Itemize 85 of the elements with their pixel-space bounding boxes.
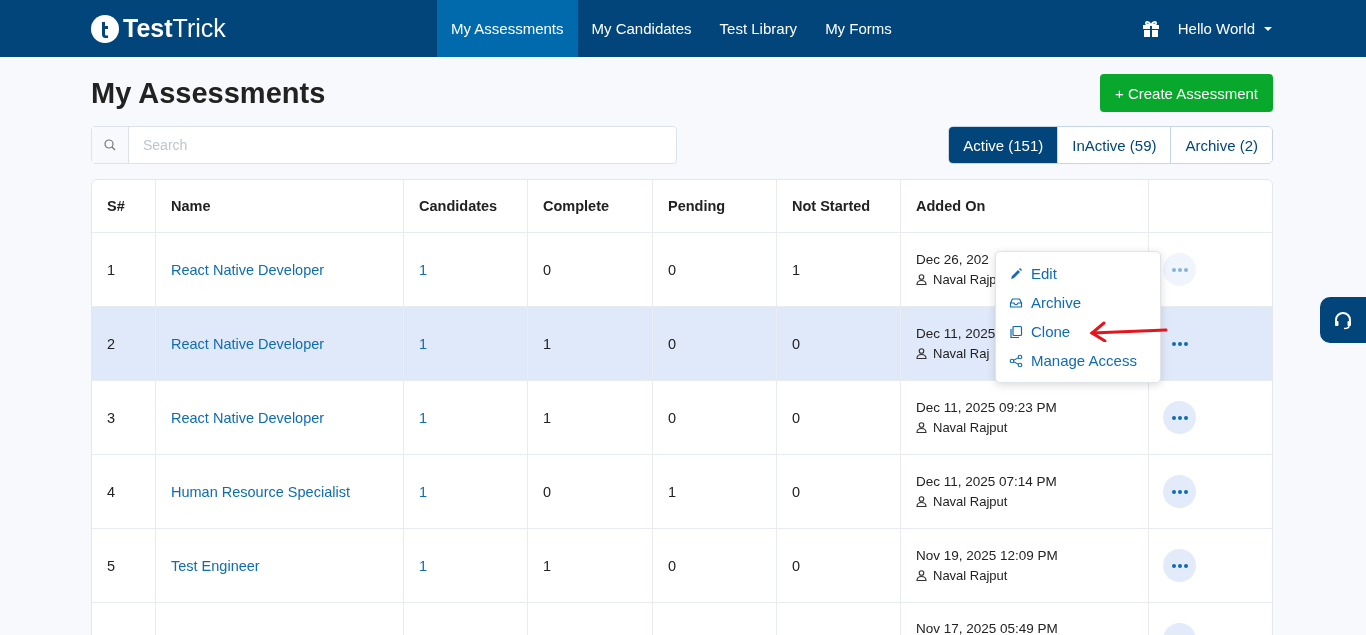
caret-icon: [1263, 25, 1273, 32]
filter-tab[interactable]: InActive (59): [1057, 127, 1171, 163]
table-cell-text: 0: [792, 335, 801, 352]
pencil-icon: [1009, 266, 1023, 281]
row-number: 4: [107, 483, 116, 500]
more-options-button[interactable]: [1163, 475, 1196, 508]
table-cell-text[interactable]: 1: [419, 261, 428, 278]
user-menu-button[interactable]: Hello World: [1177, 20, 1273, 37]
row-number: 5: [107, 557, 116, 574]
logo-icon: [91, 14, 119, 43]
assessment-link[interactable]: React Native Developer: [171, 335, 325, 352]
table-cell-text[interactable]: 1: [419, 557, 428, 574]
added-by: Naval Raj: [933, 346, 990, 361]
table-cell-text: 0: [668, 557, 677, 574]
headset-icon: [1333, 310, 1353, 330]
user-icon: [916, 570, 927, 581]
table-cell-text: 0: [668, 261, 677, 278]
search-icon: [104, 139, 116, 151]
table-cell-text[interactable]: 1: [419, 335, 428, 352]
tray-icon: [1009, 295, 1023, 310]
table-cell-text: 1: [543, 409, 552, 426]
more-icon: [1171, 267, 1188, 272]
create-assessment-button[interactable]: + Create Assessment: [1100, 74, 1273, 112]
share-icon: [1009, 353, 1023, 368]
filter-tab[interactable]: Archive (2): [1170, 127, 1272, 163]
table-cell-text: 1: [792, 261, 801, 278]
added-date: Dec 11, 2025: [916, 326, 996, 341]
table-cell-text[interactable]: 1: [419, 483, 428, 500]
table-cell-text: 0: [792, 483, 801, 500]
more-icon: [1171, 489, 1188, 494]
more-options-button[interactable]: [1163, 401, 1196, 434]
more-icon: [1171, 563, 1188, 568]
gift-icon[interactable]: [1141, 19, 1160, 38]
table-cell-text: 0: [543, 483, 552, 500]
added-date: Dec 11, 2025 07:14 PM: [916, 474, 1057, 489]
row-number: 1: [107, 261, 116, 278]
added-by: Naval Rajput: [933, 494, 1008, 509]
added-date: Dec 11, 2025 09:23 PM: [916, 400, 1057, 415]
nav-link[interactable]: My Candidates: [577, 0, 706, 57]
user-icon: [916, 496, 927, 507]
more-options-button[interactable]: [1163, 549, 1196, 582]
table-cell-text: 0: [668, 335, 677, 352]
table-cell-text[interactable]: 1: [419, 409, 428, 426]
column-header: Complete: [527, 180, 652, 232]
support-button[interactable]: [1320, 297, 1366, 343]
menu-item[interactable]: Edit: [996, 259, 1070, 288]
more-icon: [1171, 415, 1188, 420]
table-cell-text: 0: [792, 409, 801, 426]
nav-link[interactable]: Test Library: [705, 0, 812, 57]
copy-icon: [1009, 324, 1023, 339]
added-by: Naval Rajput: [933, 568, 1008, 583]
column-header: Added On: [900, 180, 1148, 232]
nav-link[interactable]: My Assessments: [437, 0, 578, 57]
column-header: Name: [155, 180, 403, 232]
user-icon: [916, 348, 927, 359]
added-date: Dec 26, 202: [916, 252, 989, 267]
row-number: 2: [107, 335, 116, 352]
menu-item[interactable]: Clone: [996, 317, 1084, 346]
assessment-link[interactable]: Human Resource Specialist: [171, 483, 350, 500]
page-title: My Assessments: [91, 76, 326, 110]
nav-link[interactable]: My Forms: [811, 0, 906, 57]
added-by: Naval Rajput: [933, 420, 1008, 435]
column-header: Pending: [652, 180, 776, 232]
table-cell-text: 0: [792, 557, 801, 574]
user-icon: [916, 422, 927, 433]
table-cell-text: 0: [668, 409, 677, 426]
table-cell-text: 1: [668, 483, 677, 500]
column-header: S#: [106, 197, 126, 216]
row-number: 3: [107, 409, 116, 426]
more-icon: [1171, 341, 1188, 346]
added-date: Nov 19, 2025 12:09 PM: [916, 548, 1058, 563]
menu-item[interactable]: Archive: [996, 288, 1095, 317]
logo-text[interactable]: TestTrick: [123, 14, 226, 43]
assessment-link[interactable]: React Native Developer: [171, 261, 325, 278]
column-header: Candidates: [403, 180, 527, 232]
column-header: Not Started: [776, 180, 900, 232]
table-cell-text: 1: [543, 557, 552, 574]
menu-item[interactable]: Manage Access: [996, 346, 1150, 375]
assessment-link[interactable]: React Native Developer: [171, 409, 325, 426]
user-icon: [916, 274, 927, 285]
filter-tab[interactable]: Active (151): [949, 127, 1058, 163]
assessment-link[interactable]: Test Engineer: [171, 557, 260, 574]
table-cell-text: 0: [543, 261, 552, 278]
table-cell-text: 1: [543, 335, 552, 352]
added-date: Nov 17, 2025 05:49 PM: [916, 621, 1058, 635]
